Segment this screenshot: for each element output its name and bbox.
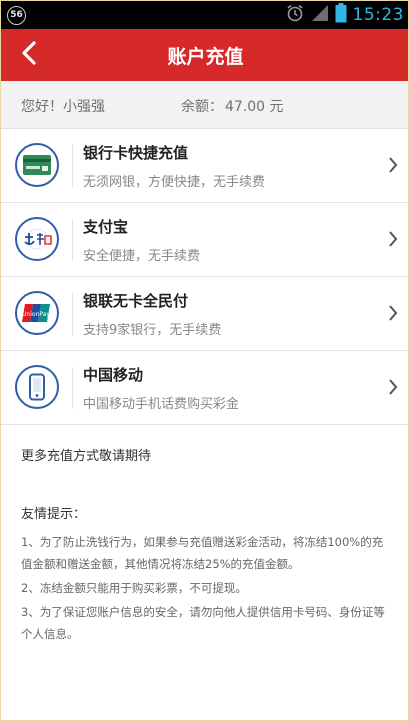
option-name: 中国移动 [83, 366, 144, 384]
payment-option-alipay[interactable]: 支付宝 安全便捷，无手续费 [1, 203, 408, 277]
more-methods-text: 更多充值方式敬请期待 [21, 449, 152, 464]
chevron-right-icon [388, 378, 398, 396]
tips-title: 友情提示： [21, 507, 87, 522]
chevron-right-icon [388, 230, 398, 248]
payment-option-unionpay[interactable]: UnionPay 银联无卡全民付 支持9家银行，无手续费 [1, 277, 408, 351]
unionpay-icon: UnionPay [15, 291, 59, 335]
alarm-icon [285, 3, 305, 27]
battery-icon [335, 3, 347, 27]
tip-item: 2、冻结金额只能用于购买彩票，不可提现。 [21, 581, 247, 595]
app-screen: 56 15:23 账户充值 您好！小强强 余额： 47.00 元 银行卡快捷充值… [0, 0, 409, 721]
signal-icon [311, 4, 329, 26]
greeting-text: 您好！小强强 [21, 99, 105, 115]
tip-item: 3、为了保证您账户信息的安全，请勿向他人提供信用卡号码、身份证等个人信息。 [21, 605, 385, 641]
page-title: 账户充值 [167, 46, 244, 68]
tip-item: 1、为了防止洗钱行为，如果参与充值赠送彩金活动，将冻结100%的充值金额和赠送金… [21, 535, 384, 571]
balance-label: 余额： [181, 99, 223, 115]
account-summary: 您好！小强强 余额： 47.00 元 [1, 81, 408, 129]
option-desc: 安全便捷，无手续费 [83, 249, 201, 264]
separator [72, 219, 73, 261]
bank-card-icon [15, 143, 59, 187]
svg-text:UnionPay: UnionPay [22, 311, 50, 318]
notification-badge: 56 [7, 6, 26, 25]
chevron-right-icon [388, 304, 398, 322]
option-name: 银行卡快捷充值 [83, 144, 189, 162]
option-name: 支付宝 [83, 218, 129, 236]
status-bar: 56 15:23 [1, 1, 408, 29]
option-desc: 中国移动手机话费购买彩金 [83, 397, 240, 412]
app-header: 账户充值 [1, 29, 408, 81]
mobile-phone-icon [15, 365, 59, 409]
alipay-icon [15, 217, 59, 261]
payment-option-bank-card[interactable]: 银行卡快捷充值 无须网银，方便快捷，无手续费 [1, 129, 408, 203]
option-desc: 支持9家银行，无手续费 [83, 323, 222, 338]
chevron-right-icon [388, 156, 398, 174]
option-name: 银联无卡全民付 [83, 292, 189, 310]
status-icons: 15:23 [285, 3, 405, 27]
balance-value: 47.00 元 [225, 99, 284, 115]
clock: 15:23 [352, 5, 404, 25]
option-desc: 无须网银，方便快捷，无手续费 [83, 175, 266, 190]
separator [72, 145, 73, 187]
separator [72, 293, 73, 335]
payment-option-china-mobile[interactable]: 中国移动 中国移动手机话费购买彩金 [1, 351, 408, 425]
separator [72, 367, 73, 409]
